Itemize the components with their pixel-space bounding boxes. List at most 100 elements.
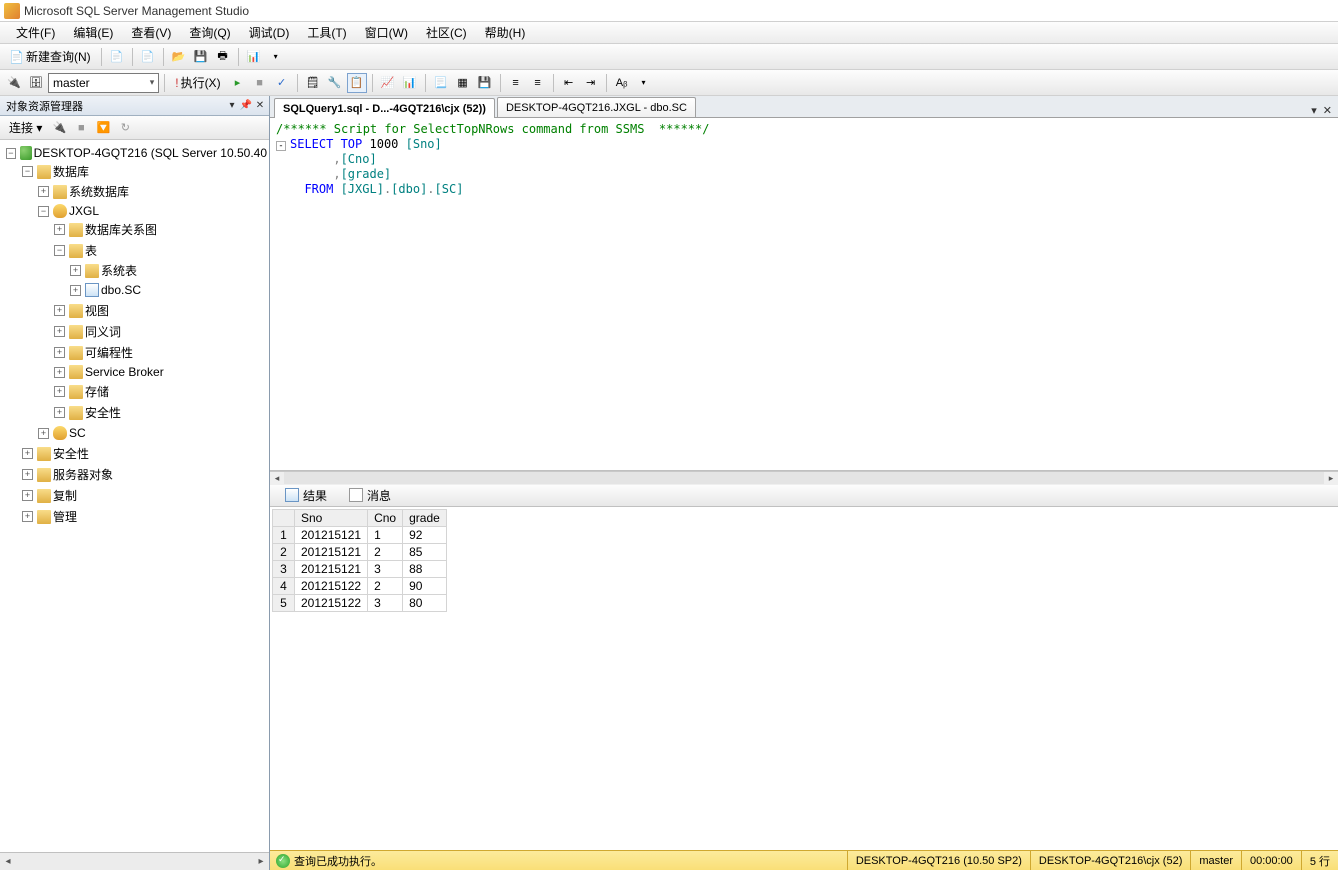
col-cno[interactable]: Cno bbox=[368, 509, 403, 526]
results-grid-icon[interactable]: ▦ bbox=[453, 73, 473, 93]
scroll-left-icon[interactable]: ◂ bbox=[0, 856, 16, 867]
table-row[interactable]: 1201215121192 bbox=[273, 526, 447, 543]
editor-hscroll[interactable]: ◂ ▸ bbox=[270, 471, 1338, 485]
decrease-indent-icon[interactable]: ⇤ bbox=[559, 73, 579, 93]
expand-icon[interactable]: + bbox=[54, 367, 65, 378]
scroll-right-icon[interactable]: ▸ bbox=[253, 856, 269, 867]
expand-icon[interactable]: + bbox=[54, 305, 65, 316]
query-options-icon[interactable]: 🔧 bbox=[325, 73, 345, 93]
expand-icon[interactable]: + bbox=[54, 347, 65, 358]
sidebar-scrollbar[interactable]: ◂ ▸ bbox=[0, 852, 269, 870]
col-sno[interactable]: Sno bbox=[295, 509, 368, 526]
intellisense-icon[interactable]: 📋 bbox=[347, 73, 367, 93]
tree-systables[interactable]: 系统表 bbox=[101, 262, 137, 279]
dropdown-icon[interactable]: ▾ bbox=[225, 99, 239, 113]
include-plan-icon[interactable]: 📈 bbox=[378, 73, 398, 93]
dropdown-icon[interactable]: ▾ bbox=[266, 47, 286, 67]
results-grid[interactable]: Sno Cno grade 1201215121192 220121512128… bbox=[270, 507, 1338, 851]
collapse-icon[interactable]: − bbox=[22, 166, 33, 177]
table-row[interactable]: 4201215122290 bbox=[273, 577, 447, 594]
tree-serverobjects[interactable]: 服务器对象 bbox=[53, 466, 113, 483]
expand-icon[interactable]: + bbox=[70, 285, 81, 296]
filter-icon[interactable]: 🔽 bbox=[93, 118, 113, 138]
change-connection-icon[interactable]: 🔌 bbox=[4, 73, 24, 93]
tree-security[interactable]: 安全性 bbox=[53, 445, 89, 462]
tab-active[interactable]: SQLQuery1.sql - D...-4GQT216\cjx (52)) bbox=[274, 98, 495, 118]
tab-close-icon[interactable]: ✕ bbox=[1321, 104, 1334, 117]
col-grade[interactable]: grade bbox=[403, 509, 447, 526]
new-file-icon[interactable]: 📄 bbox=[107, 47, 127, 67]
object-tree[interactable]: −DESKTOP-4GQT216 (SQL Server 10.50.40 −数… bbox=[0, 140, 269, 852]
refresh-icon[interactable]: ↻ bbox=[115, 118, 135, 138]
estimated-plan-icon[interactable]: 🗒 bbox=[303, 73, 323, 93]
menu-file[interactable]: 文件(F) bbox=[8, 22, 63, 43]
scroll-right-icon[interactable]: ▸ bbox=[1324, 473, 1338, 484]
collapse-icon[interactable]: − bbox=[6, 148, 16, 159]
new-query-button[interactable]: 📄 新建查询(N) bbox=[4, 47, 96, 67]
menu-community[interactable]: 社区(C) bbox=[418, 22, 475, 43]
collapse-icon[interactable]: − bbox=[54, 245, 65, 256]
comment-icon[interactable]: ≡ bbox=[506, 73, 526, 93]
tree-dbsecurity[interactable]: 安全性 bbox=[85, 404, 121, 421]
tree-sc[interactable]: SC bbox=[69, 426, 86, 440]
tree-management[interactable]: 管理 bbox=[53, 508, 77, 525]
save-all-icon[interactable]: 🖶 bbox=[213, 47, 233, 67]
uncomment-icon[interactable]: ≡ bbox=[528, 73, 548, 93]
menu-view[interactable]: 查看(V) bbox=[123, 22, 179, 43]
tree-servicebroker[interactable]: Service Broker bbox=[85, 365, 164, 379]
tab-dropdown-icon[interactable]: ▾ bbox=[1309, 104, 1319, 117]
tree-server[interactable]: DESKTOP-4GQT216 (SQL Server 10.50.40 bbox=[34, 146, 267, 160]
results-file-icon[interactable]: 💾 bbox=[475, 73, 495, 93]
connect-button[interactable]: 连接 ▾ bbox=[4, 118, 47, 138]
collapse-region-icon[interactable]: - bbox=[276, 141, 286, 151]
open-icon[interactable]: 📂 bbox=[169, 47, 189, 67]
debug-icon[interactable]: ▸ bbox=[228, 73, 248, 93]
tree-jxgl[interactable]: JXGL bbox=[69, 204, 99, 218]
tree-databases[interactable]: 数据库 bbox=[53, 163, 89, 180]
collapse-icon[interactable]: − bbox=[38, 206, 49, 217]
expand-icon[interactable]: + bbox=[22, 448, 33, 459]
menu-query[interactable]: 查询(Q) bbox=[181, 22, 238, 43]
tree-tables[interactable]: 表 bbox=[85, 242, 97, 259]
stop-icon[interactable]: ■ bbox=[71, 118, 91, 138]
menu-help[interactable]: 帮助(H) bbox=[477, 22, 534, 43]
tree-views[interactable]: 视图 bbox=[85, 302, 109, 319]
tree-programmability[interactable]: 可编程性 bbox=[85, 344, 133, 361]
new-project-icon[interactable]: 📄 bbox=[138, 47, 158, 67]
tree-synonyms[interactable]: 同义词 bbox=[85, 323, 121, 340]
close-icon[interactable]: ✕ bbox=[253, 99, 267, 113]
sql-editor[interactable]: /****** Script for SelectTopNRows comman… bbox=[270, 118, 1338, 471]
tree-dbosc[interactable]: dbo.SC bbox=[101, 283, 141, 297]
db-dropdown-icon[interactable]: 🗄 bbox=[26, 73, 46, 93]
menu-tools[interactable]: 工具(T) bbox=[299, 22, 354, 43]
menu-window[interactable]: 窗口(W) bbox=[357, 22, 416, 43]
tab-inactive[interactable]: DESKTOP-4GQT216.JXGL - dbo.SC bbox=[497, 97, 696, 117]
expand-icon[interactable]: + bbox=[54, 224, 65, 235]
table-row[interactable]: 3201215121388 bbox=[273, 560, 447, 577]
specify-values-icon[interactable]: Aᵦ bbox=[612, 73, 632, 93]
table-row[interactable]: 5201215122380 bbox=[273, 594, 447, 611]
activity-monitor-icon[interactable]: 📊 bbox=[244, 47, 264, 67]
expand-icon[interactable]: + bbox=[70, 265, 81, 276]
table-row[interactable]: 2201215121285 bbox=[273, 543, 447, 560]
tree-dbdiagram[interactable]: 数据库关系图 bbox=[85, 221, 157, 238]
expand-icon[interactable]: + bbox=[54, 407, 65, 418]
tab-messages[interactable]: 消息 bbox=[340, 484, 400, 507]
menu-debug[interactable]: 调试(D) bbox=[241, 22, 298, 43]
parse-icon[interactable]: ✓ bbox=[272, 73, 292, 93]
save-icon[interactable]: 💾 bbox=[191, 47, 211, 67]
stop-icon[interactable]: ■ bbox=[250, 73, 270, 93]
include-stats-icon[interactable]: 📊 bbox=[400, 73, 420, 93]
expand-icon[interactable]: + bbox=[54, 326, 65, 337]
increase-indent-icon[interactable]: ⇥ bbox=[581, 73, 601, 93]
tree-replication[interactable]: 复制 bbox=[53, 487, 77, 504]
results-text-icon[interactable]: 📃 bbox=[431, 73, 451, 93]
dropdown2-icon[interactable]: ▾ bbox=[634, 73, 654, 93]
expand-icon[interactable]: + bbox=[38, 186, 49, 197]
tree-storage[interactable]: 存储 bbox=[85, 383, 109, 400]
menu-edit[interactable]: 编辑(E) bbox=[65, 22, 121, 43]
tree-sysdb[interactable]: 系统数据库 bbox=[69, 183, 129, 200]
expand-icon[interactable]: + bbox=[22, 469, 33, 480]
pin-icon[interactable]: 📌 bbox=[239, 99, 253, 113]
execute-button[interactable]: ! 执行(X) bbox=[170, 73, 225, 93]
